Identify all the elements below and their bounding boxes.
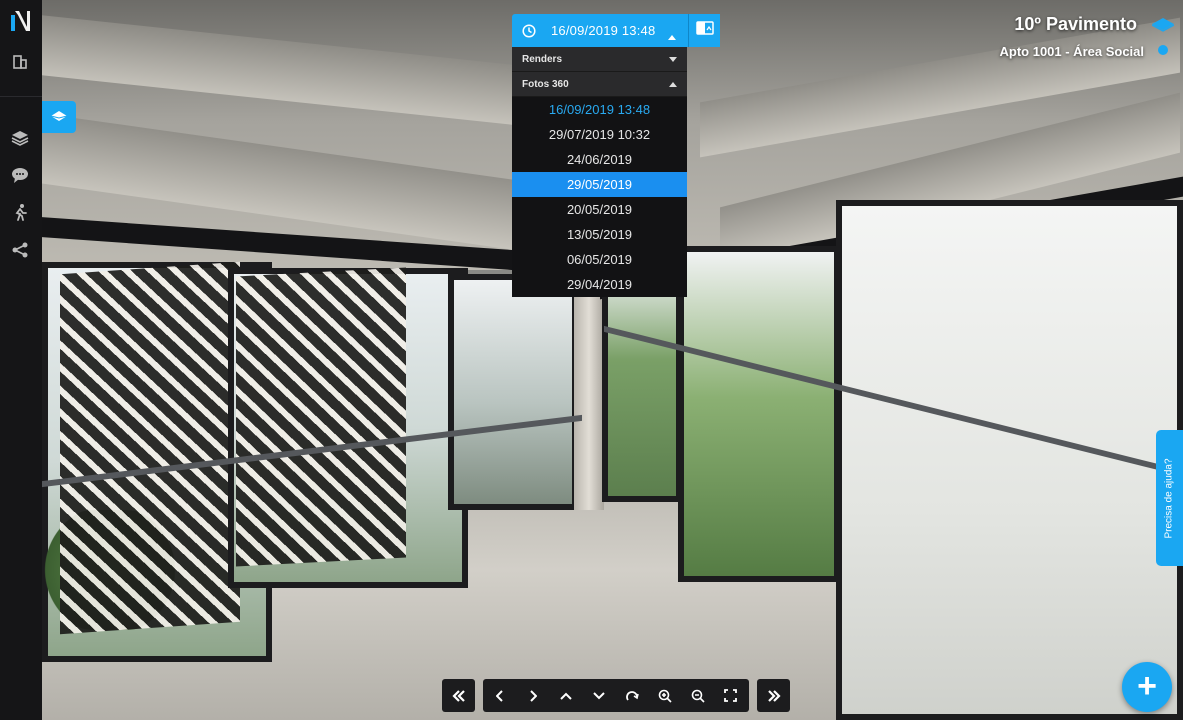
decorative-panel [60,261,240,635]
location-dot-icon[interactable] [1158,45,1168,55]
section-label: Renders [522,53,563,65]
date-option[interactable]: 24/06/2019 [512,147,687,172]
rotate-icon[interactable] [615,679,648,712]
compare-button[interactable] [688,14,720,47]
fullscreen-icon[interactable] [714,679,747,712]
decorative-panel [236,267,406,567]
zoom-in-icon[interactable] [648,679,681,712]
floor-diamond-icon[interactable] [1151,18,1175,32]
date-option[interactable]: 29/07/2019 10:32 [512,122,687,147]
sidebar-header [0,0,42,97]
double-right-icon [757,679,790,712]
date-option[interactable]: 29/04/2019 [512,272,687,297]
add-button[interactable]: + [1122,662,1172,712]
layers-icon[interactable] [9,127,31,149]
date-selector-button[interactable]: 16/09/2019 13:48 [512,14,688,47]
chevron-up-icon[interactable] [549,679,582,712]
chevron-right-icon[interactable] [516,679,549,712]
previous-group-button[interactable] [442,679,475,712]
sidebar [0,0,42,720]
unit-title: Apto 1001 - Área Social [999,44,1145,59]
date-option[interactable]: 20/05/2019 [512,197,687,222]
zoom-out-icon[interactable] [681,679,714,712]
building-icon[interactable] [9,50,31,72]
double-left-icon [442,679,475,712]
section-renders[interactable]: Renders [512,47,687,72]
date-option[interactable]: 16/09/2019 13:48 [512,97,687,122]
share-icon[interactable] [9,239,31,261]
clock-icon [522,23,536,38]
date-dropdown: Renders Fotos 360 16/09/2019 13:48 29/07… [512,47,687,297]
chevron-left-icon[interactable] [483,679,516,712]
navigation-controls [483,679,749,712]
logo-icon[interactable] [9,9,31,33]
help-label: Precisa de ajuda? [1164,457,1175,539]
window-pane [448,274,578,510]
next-group-button[interactable] [757,679,790,712]
help-tab[interactable]: Precisa de ajuda? [1156,430,1183,566]
plus-icon: + [1137,666,1157,705]
caret-down-icon [669,57,677,62]
floor-diamond-icon [50,108,68,126]
floorplan-toggle-button[interactable] [42,101,76,133]
caret-up-icon [669,82,677,87]
date-list: 16/09/2019 13:48 29/07/2019 10:32 24/06/… [512,97,687,297]
date-option-selected[interactable]: 29/05/2019 [512,172,687,197]
caret-up-icon [668,28,676,43]
walk-icon[interactable] [9,201,31,223]
compare-split-icon [695,21,714,40]
section-label: Fotos 360 [522,78,569,90]
date-option[interactable]: 06/05/2019 [512,247,687,272]
comments-icon[interactable] [9,164,31,186]
window-pane [602,262,682,502]
date-option[interactable]: 13/05/2019 [512,222,687,247]
current-date-label: 16/09/2019 13:48 [551,23,656,38]
section-fotos-360[interactable]: Fotos 360 [512,72,687,97]
chevron-down-icon[interactable] [582,679,615,712]
floor-title: 10º Pavimento [1014,14,1137,34]
window-pane [678,246,840,582]
